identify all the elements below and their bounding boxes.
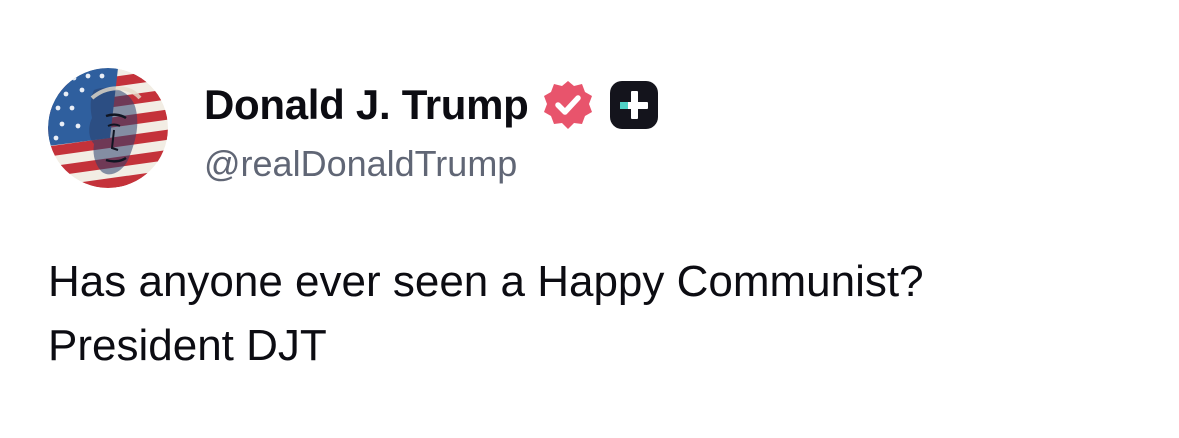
verified-badge-icon bbox=[541, 78, 595, 132]
post-text-line: President DJT bbox=[48, 321, 327, 370]
author-handle[interactable]: @realDonaldTrump bbox=[204, 141, 517, 187]
author-display-name[interactable]: Donald J. Trump bbox=[204, 76, 529, 134]
plus-subscription-icon bbox=[607, 78, 661, 132]
flag-portrait-avatar-image bbox=[48, 68, 168, 188]
avatar[interactable] bbox=[48, 68, 168, 188]
post-card: Donald J. Trump @realDonaldTrump Has any… bbox=[0, 0, 1179, 438]
post-text: Has anyone ever seen a Happy Communist? … bbox=[48, 250, 1148, 378]
post-text-line: Has anyone ever seen a Happy Communist? bbox=[48, 257, 924, 306]
author-name-row: Donald J. Trump bbox=[204, 76, 661, 134]
